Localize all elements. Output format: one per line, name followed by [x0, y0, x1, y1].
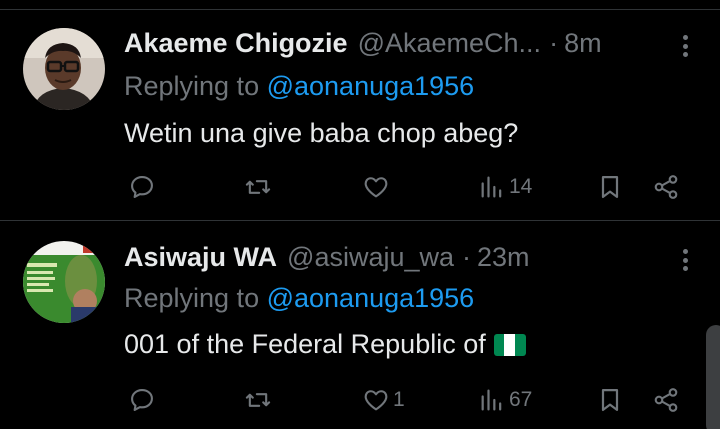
views-count: 67: [509, 388, 533, 411]
avatar[interactable]: [23, 28, 105, 110]
heart-icon: [364, 177, 388, 198]
man-with-glasses-avatar-icon: [23, 28, 105, 110]
retweet-button[interactable]: [244, 384, 272, 416]
views-button[interactable]: 67: [478, 384, 532, 416]
like-button[interactable]: [362, 171, 393, 203]
reply-tweet[interactable]: Akaeme Chigozie @AkaemeCh... · 8m Replyi…: [0, 10, 720, 221]
separator-dot: ·: [462, 241, 472, 272]
tweet-text-content: 001 of the Federal Republic of: [124, 329, 486, 359]
replying-to-line: Replying to @aonanuga1956: [124, 283, 474, 314]
timestamp[interactable]: 8m: [564, 28, 602, 59]
share-button[interactable]: [652, 171, 680, 203]
share-icon: [654, 388, 678, 412]
separator-dot: ·: [549, 27, 559, 58]
timestamp[interactable]: 23m: [477, 242, 530, 273]
like-button[interactable]: 1: [362, 384, 405, 416]
nigeria-flag-icon: [493, 333, 526, 356]
reply-icon: [131, 389, 153, 411]
tweet-text: 001 of the Federal Republic of: [124, 329, 526, 360]
avatar[interactable]: [23, 241, 105, 323]
share-icon: [654, 175, 678, 199]
views-button[interactable]: 14: [478, 171, 532, 203]
replying-prefix: Replying to: [124, 71, 267, 101]
retweet-icon: [245, 180, 271, 194]
mention-link[interactable]: @aonanuga1956: [267, 283, 475, 313]
poster-avatar-icon: [23, 241, 105, 323]
reply-button[interactable]: [128, 171, 156, 203]
analytics-icon: [481, 389, 502, 411]
user-handle[interactable]: @asiwaju_wa: [287, 242, 454, 273]
display-name[interactable]: Akaeme Chigozie: [124, 28, 348, 59]
retweet-button[interactable]: [244, 171, 272, 203]
tweet-text: Wetin una give baba chop abeg?: [124, 118, 518, 149]
bookmark-icon: [601, 175, 619, 199]
tweet-header: Akaeme Chigozie @AkaemeCh... · 8m: [124, 26, 690, 60]
retweet-icon: [245, 393, 271, 407]
tweet-text-content: Wetin una give baba chop abeg?: [124, 118, 519, 148]
reply-icon: [131, 176, 153, 198]
like-count: 1: [393, 388, 405, 411]
user-handle[interactable]: @AkaemeCh...: [358, 28, 541, 59]
tweet-actions: 14: [124, 171, 694, 203]
scrollbar-thumb[interactable]: [706, 325, 720, 429]
more-options-icon[interactable]: [680, 32, 690, 60]
more-options-icon[interactable]: [680, 246, 690, 274]
replying-to-line: Replying to @aonanuga1956: [124, 71, 474, 102]
bookmark-button[interactable]: [596, 384, 624, 416]
reply-tweet[interactable]: Asiwaju WA @asiwaju_wa · 23m Replying to…: [0, 222, 720, 429]
heart-icon: [364, 390, 388, 411]
bookmark-button[interactable]: [596, 171, 624, 203]
tweet-header: Asiwaju WA @asiwaju_wa · 23m: [124, 240, 690, 274]
replying-prefix: Replying to: [124, 283, 267, 313]
tweet-actions: 1 67: [124, 384, 694, 416]
views-count: 14: [509, 175, 533, 198]
share-button[interactable]: [652, 384, 680, 416]
reply-button[interactable]: [128, 384, 156, 416]
analytics-icon: [481, 176, 502, 198]
mention-link[interactable]: @aonanuga1956: [267, 71, 475, 101]
bookmark-icon: [601, 388, 619, 412]
display-name[interactable]: Asiwaju WA: [124, 242, 277, 273]
